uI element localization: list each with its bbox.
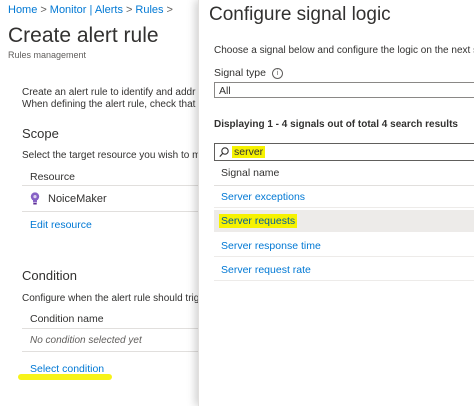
signal-name[interactable]: Server request rate — [221, 264, 311, 276]
signal-type-label-text: Signal type — [214, 67, 266, 79]
signal-name[interactable]: Server response time — [221, 240, 321, 252]
signal-type-label: Signal type i — [214, 67, 283, 79]
divider — [22, 185, 200, 186]
resource-row: NoiceMaker — [30, 192, 107, 205]
search-value: server — [232, 146, 266, 158]
breadcrumb-separator: > — [40, 4, 47, 16]
signal-search-input[interactable]: server — [214, 143, 474, 161]
results-count: Displaying 1 - 4 signals out of total 4 … — [214, 119, 458, 130]
search-icon — [219, 147, 229, 158]
lightbulb-icon — [30, 192, 40, 205]
intro-text: Create an alert rule to identify and add… — [22, 87, 202, 111]
breadcrumb-monitor-alerts[interactable]: Monitor | Alerts — [50, 4, 123, 16]
page-title: Create alert rule — [8, 24, 159, 47]
signal-row-selected[interactable]: Server requests — [214, 210, 474, 232]
signal-row[interactable]: Server response time — [214, 235, 474, 257]
breadcrumb-home[interactable]: Home — [8, 4, 37, 16]
signal-row[interactable]: Server request rate — [214, 259, 474, 281]
divider — [22, 328, 200, 329]
signal-name[interactable]: Server exceptions — [221, 191, 305, 203]
page-subtitle: Rules management — [8, 50, 87, 60]
select-condition-link[interactable]: Select condition — [30, 363, 104, 375]
info-icon[interactable]: i — [271, 67, 283, 79]
condition-description: Configure when the alert rule should tri… — [22, 293, 200, 304]
scope-description: Select the target resource you wish to m — [22, 150, 201, 161]
condition-name-column-header: Condition name — [30, 313, 104, 325]
no-condition-text: No condition selected yet — [30, 335, 142, 346]
breadcrumb-separator: > — [166, 4, 173, 16]
divider — [22, 351, 200, 352]
breadcrumb-separator: > — [125, 4, 133, 16]
signal-row[interactable]: Server exceptions — [214, 186, 474, 208]
panel-title: Configure signal logic — [209, 4, 391, 25]
edit-resource-link[interactable]: Edit resource — [30, 219, 92, 231]
breadcrumb-rules[interactable]: Rules — [135, 4, 163, 16]
scope-heading: Scope — [22, 126, 59, 141]
divider — [22, 211, 200, 212]
resource-name: NoiceMaker — [48, 192, 107, 205]
intro-line-2: When defining the alert rule, check that — [22, 99, 196, 110]
resource-column-header: Resource — [30, 171, 75, 183]
condition-heading: Condition — [22, 268, 77, 283]
signal-name[interactable]: Server requests — [219, 214, 298, 228]
signal-name-column-header: Signal name — [221, 167, 280, 179]
configure-signal-logic-panel: Configure signal logic Choose a signal b… — [198, 0, 474, 406]
panel-description: Choose a signal below and configure the … — [214, 45, 474, 56]
breadcrumb: Home > Monitor | Alerts > Rules > — [8, 4, 176, 16]
signal-type-dropdown[interactable]: All — [214, 82, 474, 98]
intro-line-1: Create an alert rule to identify and add… — [22, 87, 196, 98]
